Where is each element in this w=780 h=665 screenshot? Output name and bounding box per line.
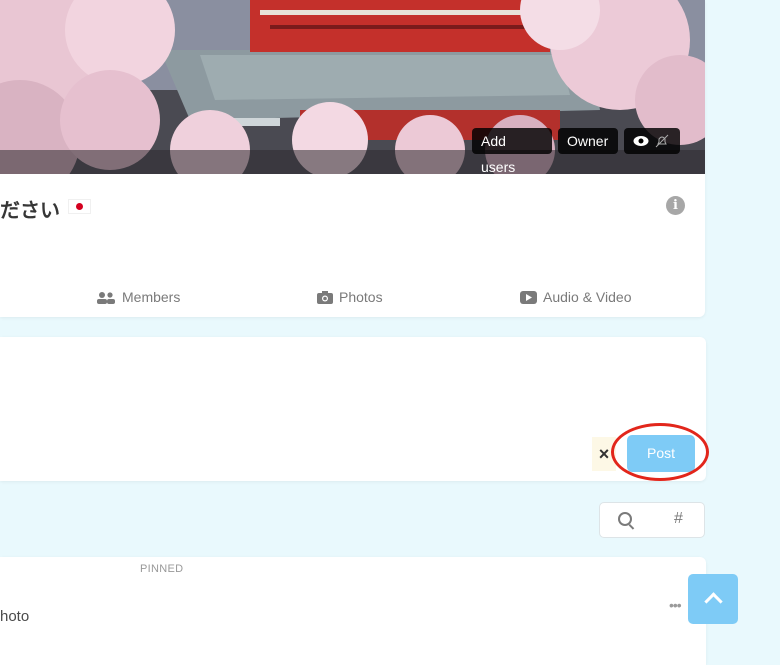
tab-photos[interactable]: Photos [317, 289, 383, 305]
group-header-card: Add users Owner ださい i Members Photos Aud… [0, 0, 705, 317]
tab-audio-video-label: Audio & Video [543, 289, 632, 305]
tab-photos-label: Photos [339, 289, 383, 305]
camera-icon [317, 291, 333, 304]
users-icon [97, 292, 115, 304]
feed-search-bar: # [599, 502, 705, 538]
owner-button[interactable]: Owner [558, 128, 618, 154]
tab-audio-video[interactable]: Audio & Video [520, 289, 631, 305]
scroll-to-top-button[interactable] [688, 574, 738, 624]
more-options-icon[interactable]: ••• [669, 597, 682, 613]
hashtag-icon[interactable]: # [674, 510, 683, 528]
info-icon[interactable]: i [666, 196, 685, 215]
bell-muted-icon [655, 134, 669, 148]
add-users-button[interactable]: Add users [472, 128, 552, 174]
search-icon[interactable] [618, 512, 632, 526]
group-title: ださい [0, 200, 60, 222]
tab-members-label: Members [122, 289, 181, 305]
post-text: hoto [0, 608, 30, 625]
eye-icon [633, 136, 649, 146]
pinned-post-card [0, 557, 706, 665]
tab-members[interactable]: Members [96, 289, 180, 305]
jp-flag-icon [68, 199, 91, 214]
cover-image: Add users Owner [0, 0, 705, 174]
visibility-notification-toggle[interactable] [624, 128, 680, 154]
highlight-annotation [611, 423, 709, 481]
play-icon [520, 291, 537, 304]
pinned-badge: PINNED [140, 563, 184, 575]
